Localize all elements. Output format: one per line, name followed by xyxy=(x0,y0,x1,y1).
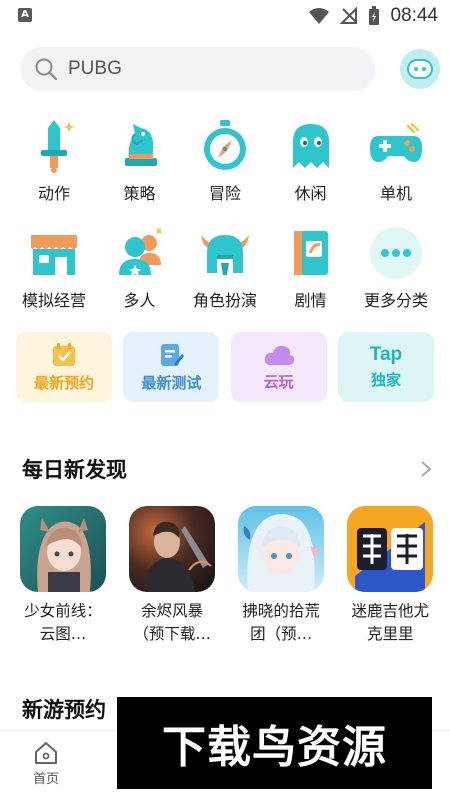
quick-link-label: 最新预约 xyxy=(33,373,94,392)
category-rpg[interactable]: 角色扮演 xyxy=(183,225,267,332)
game-name: 拂晓的拾荒团（预… xyxy=(242,602,320,643)
cloud-icon xyxy=(264,345,294,365)
category-label: 模拟经营 xyxy=(21,291,86,310)
book-icon xyxy=(282,225,340,281)
category-label: 冒险 xyxy=(208,184,241,203)
category-grid: 动作 策略 冒险 休闲 单机 模拟经营 多人 角色扮演 剧情 更多分类 xyxy=(0,118,450,332)
status-bar: A 08:44 xyxy=(0,0,450,34)
status-time: 08:44 xyxy=(390,5,438,26)
quick-link-label: 最新测试 xyxy=(141,373,202,392)
quick-links: 最新预约 最新测试 云玩 Tap 独家 xyxy=(16,332,434,402)
category-story[interactable]: 剧情 xyxy=(269,225,353,332)
category-simulation[interactable]: 模拟经营 xyxy=(12,225,96,332)
chevron-right-icon[interactable] xyxy=(420,460,432,478)
shop-icon xyxy=(25,225,83,281)
quick-link-exclusive[interactable]: Tap 独家 xyxy=(337,332,434,402)
ghost-icon xyxy=(282,118,340,174)
nav-home-label: 首页 xyxy=(32,772,59,787)
gamepad-icon xyxy=(367,118,425,174)
category-multiplayer[interactable]: 多人 xyxy=(98,225,182,332)
quick-link-tests[interactable]: 最新测试 xyxy=(123,332,220,402)
watermark-banner: 下载鸟资源 xyxy=(117,697,432,789)
tap-logo: Tap xyxy=(369,343,403,365)
game-card[interactable]: 余烬风暴（预下载… xyxy=(129,506,216,646)
game-card[interactable]: 少女前线：云图… xyxy=(20,506,106,646)
category-label: 多人 xyxy=(123,291,156,310)
people-icon xyxy=(111,225,169,281)
quick-link-cloud-play[interactable]: 云玩 xyxy=(230,332,327,402)
daily-section-header[interactable]: 每日新发现 xyxy=(22,454,432,484)
category-single[interactable]: 单机 xyxy=(354,118,438,225)
category-label: 策略 xyxy=(123,184,156,203)
category-strategy[interactable]: 策略 xyxy=(98,118,182,225)
category-label: 单机 xyxy=(379,184,412,203)
category-label: 更多分类 xyxy=(363,291,428,310)
wifi-icon xyxy=(309,8,330,24)
sword-icon xyxy=(25,118,83,174)
search-row xyxy=(20,47,440,91)
quick-link-reservations[interactable]: 最新预约 xyxy=(16,332,112,402)
game-icon-milu-guitar xyxy=(347,506,434,592)
no-signal-icon xyxy=(340,7,358,24)
game-card[interactable]: 拂晓的拾荒团（预… xyxy=(238,506,325,646)
category-adventure[interactable]: 冒险 xyxy=(183,118,267,225)
edit-note-icon xyxy=(161,343,185,366)
category-label: 角色扮演 xyxy=(192,291,257,310)
category-row: 动作 策略 冒险 休闲 单机 xyxy=(0,118,450,225)
nav-home[interactable]: 首页 xyxy=(24,741,68,787)
quick-link-label: 云玩 xyxy=(263,372,294,391)
game-icon-dawn-scavengers xyxy=(238,506,325,592)
status-icons: 08:44 xyxy=(308,5,438,27)
avatar-icon xyxy=(407,59,433,79)
game-name: 余烬风暴（预下载… xyxy=(133,602,211,643)
category-casual[interactable]: 休闲 xyxy=(269,118,353,225)
avatar[interactable] xyxy=(400,49,440,89)
calendar-check-icon xyxy=(53,342,75,366)
app-notification-icon: A xyxy=(18,8,32,22)
game-icon-ember-storm xyxy=(129,506,216,592)
game-name: 迷鹿吉他尤克里里 xyxy=(351,602,430,643)
category-row: 模拟经营 多人 角色扮演 剧情 更多分类 xyxy=(0,225,450,332)
game-icon-girls-frontline xyxy=(20,506,106,592)
viking-helmet-icon xyxy=(196,225,254,281)
section-title: 每日新发现 xyxy=(22,458,127,482)
compass-icon xyxy=(196,118,254,174)
search-box[interactable] xyxy=(20,47,375,91)
search-input[interactable] xyxy=(68,58,328,80)
category-label: 休闲 xyxy=(294,184,327,203)
battery-icon xyxy=(369,6,380,25)
category-label: 剧情 xyxy=(294,291,327,310)
game-name: 少女前线：云图… xyxy=(24,602,102,643)
daily-games-list: 少女前线：云图… 余烬风暴（预下载… 拂晓的拾荒团（预… 迷鹿吉他尤克里里 xyxy=(20,506,450,656)
quick-link-label: 独家 xyxy=(370,370,401,389)
more-dots-icon xyxy=(367,225,425,281)
upcoming-section-title: 新游预约 xyxy=(22,698,106,722)
category-action[interactable]: 动作 xyxy=(12,118,96,225)
category-label: 动作 xyxy=(37,184,70,203)
search-icon xyxy=(35,58,58,81)
game-card[interactable]: 迷鹿吉他尤克里里 xyxy=(347,506,434,646)
home-icon xyxy=(35,742,57,764)
category-more[interactable]: 更多分类 xyxy=(354,225,438,332)
chess-knight-icon xyxy=(111,118,169,174)
